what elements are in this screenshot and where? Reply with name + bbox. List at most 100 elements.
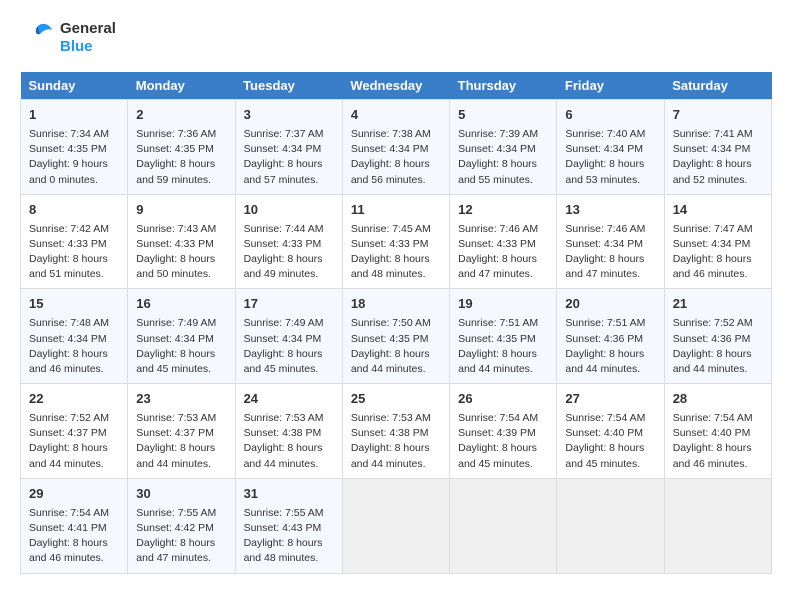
day-info: Sunrise: 7:34 AM [29,127,119,142]
day-info: Sunset: 4:34 PM [673,142,763,157]
day-info: and 47 minutes. [458,267,548,282]
day-number: 24 [244,390,334,409]
day-info: Daylight: 8 hours [673,347,763,362]
page-header: General Blue [20,20,772,56]
calendar-cell: 5Sunrise: 7:39 AMSunset: 4:34 PMDaylight… [450,100,557,195]
day-number: 11 [351,201,441,220]
day-number: 14 [673,201,763,220]
day-info: and 47 minutes. [136,551,226,566]
calendar-cell: 16Sunrise: 7:49 AMSunset: 4:34 PMDayligh… [128,289,235,384]
day-info: and 44 minutes. [565,362,655,377]
day-info: Sunset: 4:41 PM [29,521,119,536]
day-info: Sunrise: 7:55 AM [244,506,334,521]
day-number: 12 [458,201,548,220]
day-info: and 53 minutes. [565,173,655,188]
day-number: 15 [29,295,119,314]
day-info: Sunrise: 7:51 AM [458,316,548,331]
day-info: Sunrise: 7:55 AM [136,506,226,521]
day-info: Sunset: 4:37 PM [29,426,119,441]
calendar-cell [450,478,557,573]
calendar-cell: 25Sunrise: 7:53 AMSunset: 4:38 PMDayligh… [342,384,449,479]
day-number: 3 [244,106,334,125]
calendar-cell: 24Sunrise: 7:53 AMSunset: 4:38 PMDayligh… [235,384,342,479]
day-info: Sunrise: 7:53 AM [244,411,334,426]
day-info: Sunrise: 7:46 AM [565,222,655,237]
day-info: and 45 minutes. [136,362,226,377]
day-number: 16 [136,295,226,314]
day-info: Daylight: 8 hours [136,347,226,362]
day-info: Sunrise: 7:54 AM [565,411,655,426]
calendar-cell: 9Sunrise: 7:43 AMSunset: 4:33 PMDaylight… [128,194,235,289]
day-info: Sunset: 4:33 PM [29,237,119,252]
day-info: Sunset: 4:34 PM [458,142,548,157]
calendar-cell: 2Sunrise: 7:36 AMSunset: 4:35 PMDaylight… [128,100,235,195]
calendar-cell: 26Sunrise: 7:54 AMSunset: 4:39 PMDayligh… [450,384,557,479]
day-info: and 44 minutes. [136,457,226,472]
day-info: Sunrise: 7:47 AM [673,222,763,237]
day-info: Daylight: 8 hours [565,157,655,172]
day-info: Sunrise: 7:49 AM [244,316,334,331]
day-number: 19 [458,295,548,314]
day-info: Sunset: 4:34 PM [673,237,763,252]
day-number: 9 [136,201,226,220]
day-info: Sunrise: 7:38 AM [351,127,441,142]
day-number: 17 [244,295,334,314]
day-info: Sunset: 4:35 PM [136,142,226,157]
day-info: Sunrise: 7:49 AM [136,316,226,331]
day-info: and 44 minutes. [351,362,441,377]
day-number: 30 [136,485,226,504]
day-info: Sunset: 4:43 PM [244,521,334,536]
day-number: 22 [29,390,119,409]
calendar-cell: 15Sunrise: 7:48 AMSunset: 4:34 PMDayligh… [21,289,128,384]
day-info: and 48 minutes. [351,267,441,282]
day-info: Sunrise: 7:46 AM [458,222,548,237]
col-header-sunday: Sunday [21,72,128,100]
day-info: Daylight: 8 hours [673,252,763,267]
day-info: Sunset: 4:33 PM [244,237,334,252]
day-info: and 46 minutes. [29,362,119,377]
calendar-cell: 11Sunrise: 7:45 AMSunset: 4:33 PMDayligh… [342,194,449,289]
calendar-cell: 13Sunrise: 7:46 AMSunset: 4:34 PMDayligh… [557,194,664,289]
day-info: Sunrise: 7:40 AM [565,127,655,142]
day-info: Daylight: 9 hours [29,157,119,172]
calendar-cell: 20Sunrise: 7:51 AMSunset: 4:36 PMDayligh… [557,289,664,384]
day-info: Sunrise: 7:39 AM [458,127,548,142]
calendar-cell: 28Sunrise: 7:54 AMSunset: 4:40 PMDayligh… [664,384,771,479]
day-number: 27 [565,390,655,409]
day-info: Daylight: 8 hours [565,441,655,456]
calendar-cell: 1Sunrise: 7:34 AMSunset: 4:35 PMDaylight… [21,100,128,195]
day-info: Sunset: 4:33 PM [458,237,548,252]
day-info: and 45 minutes. [244,362,334,377]
day-number: 29 [29,485,119,504]
day-info: and 44 minutes. [29,457,119,472]
day-info: Daylight: 8 hours [351,157,441,172]
calendar-cell: 6Sunrise: 7:40 AMSunset: 4:34 PMDaylight… [557,100,664,195]
day-info: Sunrise: 7:36 AM [136,127,226,142]
day-number: 4 [351,106,441,125]
calendar-cell: 23Sunrise: 7:53 AMSunset: 4:37 PMDayligh… [128,384,235,479]
day-info: Daylight: 8 hours [244,536,334,551]
day-number: 20 [565,295,655,314]
calendar-cell: 30Sunrise: 7:55 AMSunset: 4:42 PMDayligh… [128,478,235,573]
day-info: Sunrise: 7:37 AM [244,127,334,142]
day-info: and 56 minutes. [351,173,441,188]
day-info: Sunset: 4:35 PM [458,332,548,347]
day-info: Sunset: 4:34 PM [351,142,441,157]
day-info: Sunrise: 7:54 AM [458,411,548,426]
day-info: Sunset: 4:35 PM [29,142,119,157]
day-info: and 45 minutes. [458,457,548,472]
day-info: Sunrise: 7:48 AM [29,316,119,331]
day-info: Sunrise: 7:43 AM [136,222,226,237]
day-info: Daylight: 8 hours [458,347,548,362]
day-info: Daylight: 8 hours [673,157,763,172]
day-number: 5 [458,106,548,125]
calendar-cell: 8Sunrise: 7:42 AMSunset: 4:33 PMDaylight… [21,194,128,289]
day-info: Daylight: 8 hours [244,441,334,456]
day-info: Sunset: 4:35 PM [351,332,441,347]
day-number: 8 [29,201,119,220]
calendar-cell: 7Sunrise: 7:41 AMSunset: 4:34 PMDaylight… [664,100,771,195]
day-info: and 0 minutes. [29,173,119,188]
day-info: Daylight: 8 hours [29,441,119,456]
day-info: Daylight: 8 hours [136,252,226,267]
calendar-cell: 19 Sunrise: 7:51 AMSunset: 4:35 PMDayligh… [450,289,557,384]
